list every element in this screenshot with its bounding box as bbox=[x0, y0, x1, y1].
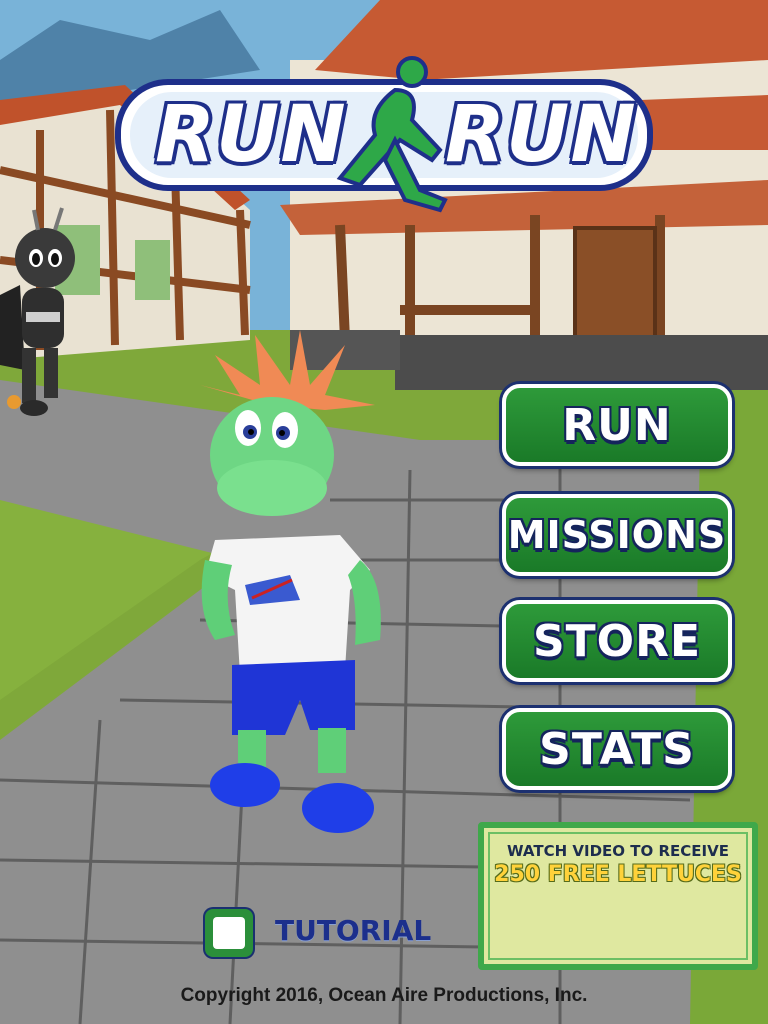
watch-video-offer-button[interactable]: WATCH VIDEO TO RECEIVE 250 FREE LETTUCES bbox=[478, 822, 758, 970]
missions-button-label: MISSIONS bbox=[507, 513, 727, 557]
run-button[interactable]: RUN bbox=[502, 384, 732, 466]
video-offer-line1: WATCH VIDEO TO RECEIVE bbox=[507, 842, 729, 860]
copyright-text: Copyright 2016, Ocean Aire Productions, … bbox=[180, 985, 588, 1006]
tutorial-label[interactable]: TUTORIAL bbox=[275, 914, 431, 947]
video-offer-line2: 250 FREE LETTUCES bbox=[494, 862, 742, 887]
run-button-label: RUN bbox=[562, 399, 672, 451]
stats-button[interactable]: STATS bbox=[502, 708, 732, 790]
stats-button-label: STATS bbox=[539, 723, 695, 775]
right-building bbox=[280, 0, 768, 390]
game-logo: RUN RUN bbox=[115, 78, 653, 190]
missions-button[interactable]: MISSIONS bbox=[502, 494, 732, 576]
store-button-label: STORE bbox=[532, 615, 702, 667]
store-button[interactable]: STORE bbox=[502, 600, 732, 682]
logo-word-left: RUN bbox=[155, 90, 347, 180]
tutorial-checkbox[interactable] bbox=[205, 909, 253, 957]
logo-word-right: RUN bbox=[445, 90, 637, 180]
